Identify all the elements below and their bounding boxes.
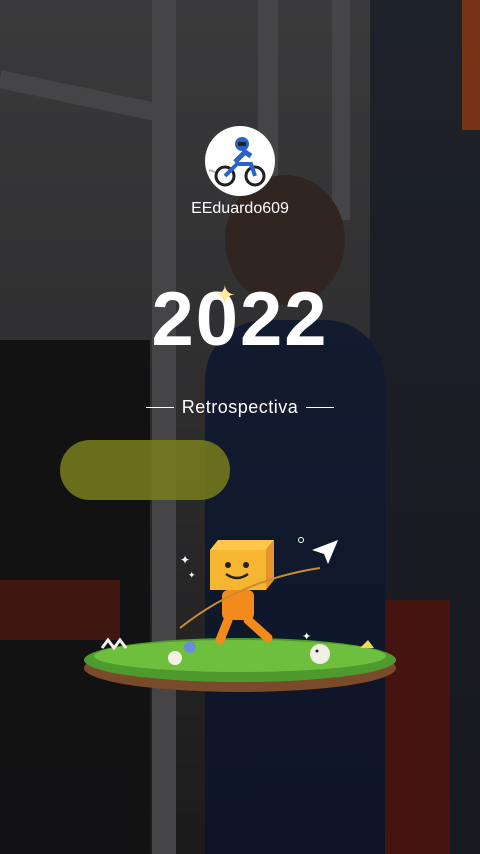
svg-text:✦: ✦ (188, 571, 196, 581)
story-screen: EEduardo609 2022 ✦ Retrospectiva ✦ ✦ ✦ (0, 0, 480, 854)
svg-text:✦: ✦ (180, 553, 190, 567)
avatar[interactable] (205, 126, 275, 196)
smiling-box-character-on-grass-icon: ✦ ✦ ✦ (84, 537, 396, 692)
divider-right (306, 407, 335, 408)
subtitle-row: Retrospectiva (0, 397, 480, 418)
sparkle-icon: ✦ (214, 280, 236, 310)
year-title: 2022 (151, 277, 329, 362)
subtitle-label: Retrospectiva (181, 397, 299, 417)
motocross-rider-icon (208, 137, 266, 187)
svg-text:✦: ✦ (302, 630, 311, 643)
username-label: EEduardo609 (191, 200, 289, 217)
divider-left (145, 407, 174, 408)
